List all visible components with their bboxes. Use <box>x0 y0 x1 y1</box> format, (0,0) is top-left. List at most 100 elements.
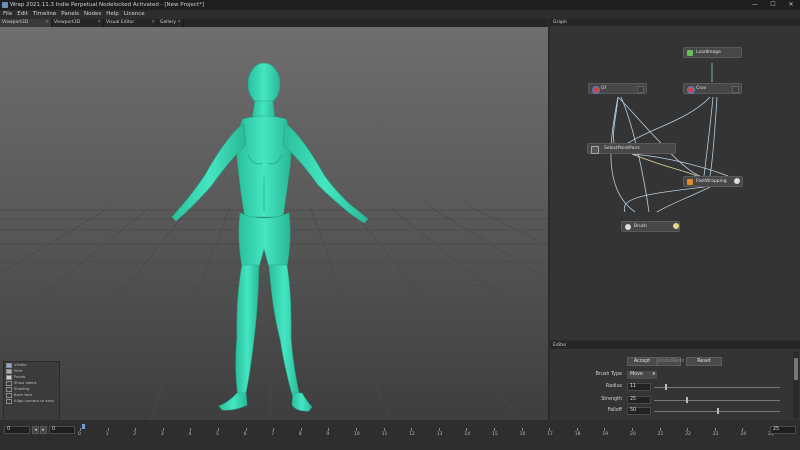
timeline-tick-label: 17 <box>547 432 553 437</box>
timeline-tick-label: 15 <box>492 432 498 437</box>
timeline-tick <box>438 428 440 431</box>
timeline-tick <box>328 428 330 431</box>
timeline-tick <box>190 428 192 431</box>
step-forward-button[interactable]: ▸ <box>40 426 47 434</box>
strength-input[interactable]: 25 <box>627 396 651 404</box>
accept-button[interactable]: Accept <box>627 357 657 366</box>
tab-viewport3d-2[interactable]: Viewport3D ✕ <box>52 19 104 27</box>
graph-node-brush[interactable]: Brush <box>621 221 680 232</box>
timeline-start-input[interactable]: 0 <box>4 426 30 434</box>
app-icon <box>2 2 8 8</box>
close-tab-icon[interactable]: ✕ <box>45 19 49 27</box>
editor-scrollbar[interactable] <box>793 352 799 418</box>
brush-type-label: Brush Type <box>595 372 622 377</box>
close-button[interactable]: ✕ <box>782 0 800 10</box>
graph-node-select-point-pairs[interactable]: SelectPointPairs <box>587 143 676 154</box>
radius-label: Radius <box>605 384 622 389</box>
timeline-tick-label: 11 <box>381 432 388 437</box>
viewport-display-legend: Visible Wire Points Show labels Shading … <box>3 361 60 421</box>
tab-visual-editor[interactable]: Visual Editor ✕ <box>104 19 158 27</box>
viewport-3d[interactable] <box>0 27 548 420</box>
radius-slider[interactable] <box>654 387 780 388</box>
timeline-tick <box>135 428 137 431</box>
timeline-tick-label: 8 <box>298 432 302 437</box>
node-visibility-icon[interactable] <box>732 86 739 93</box>
tab-label: Viewport3D <box>54 20 81 25</box>
timeline-bar: 0 ◂ ▸ 0 0 1 2 3 4 5 6 7 8 9 10 11 12 13 14 15 16 17 18 19 20… <box>0 420 800 450</box>
legend-swatch <box>6 362 12 368</box>
timeline-tick <box>742 428 744 431</box>
viewport-tab-bar: Viewport3D ✕ Viewport3D ✕ Visual Editor ✕ G… <box>0 19 548 27</box>
node-visibility-icon[interactable] <box>637 86 644 93</box>
graph-panel[interactable]: Graph LoadImage Gf Crov SelectPointPairs… <box>550 19 800 340</box>
timeline-tick-label: 2 <box>133 432 137 437</box>
falloff-slider-handle[interactable] <box>717 408 719 414</box>
timeline-tick <box>466 428 468 431</box>
reset-button[interactable]: Reset <box>686 357 722 366</box>
timeline-tick-label: 21 <box>657 432 664 437</box>
legend-align-camera[interactable]: Align camera to area <box>4 398 59 404</box>
timeline-tick-label: 12 <box>409 432 415 437</box>
editor-panel-title: Editor <box>550 342 800 349</box>
timeline-ruler[interactable]: 0 1 2 3 4 5 6 7 8 9 10 11 12 13 14 15 16 17 18 19 20 21 22 23 24… <box>78 428 774 442</box>
undo-redo-button[interactable]: Undo/Redo <box>657 357 684 366</box>
editor-panel: Editor Accept Undo/Redo Reset Brush Type… <box>550 342 800 420</box>
strength-slider[interactable] <box>654 400 780 401</box>
timeline-tick <box>273 428 275 431</box>
title-bar: Wrap 2021.11.3 Indie Perpetual Nodelocke… <box>0 0 800 10</box>
falloff-input[interactable]: 50 <box>627 407 651 415</box>
timeline-tick-label: 9 <box>326 432 330 437</box>
timeline-current-input[interactable]: 0 <box>49 426 75 434</box>
close-tab-icon[interactable]: ✕ <box>151 19 155 27</box>
strength-label: Strength <box>601 397 622 402</box>
timeline-tick-label: 6 <box>243 432 247 437</box>
timeline-tick <box>162 428 164 431</box>
timeline-tick <box>494 428 495 431</box>
menu-edit[interactable]: Edit <box>17 10 28 19</box>
viewport-canvas[interactable] <box>0 27 548 420</box>
close-tab-icon[interactable]: ✕ <box>177 19 181 27</box>
timeline-tick <box>383 428 385 431</box>
tab-label: Gallery <box>160 20 177 25</box>
brush-type-select[interactable]: Move ▾ <box>627 371 657 379</box>
timeline-tick-label: 23 <box>712 432 719 437</box>
tab-gallery[interactable]: Gallery ✕ <box>158 19 184 27</box>
timeline-tick <box>659 428 661 431</box>
graph-node-load-image[interactable]: LoadImage <box>683 47 742 58</box>
timeline-tick <box>604 428 606 431</box>
wrap-icon <box>687 179 693 185</box>
maximize-button[interactable]: ☐ <box>764 0 782 10</box>
timeline-tick-label: 22 <box>685 432 691 437</box>
menu-help[interactable]: Help <box>106 10 119 19</box>
scrollbar-thumb[interactable] <box>794 358 798 380</box>
tab-viewport3d-1[interactable]: Viewport3D ✕ <box>0 19 52 27</box>
chevron-down-icon: ▾ <box>652 372 655 377</box>
menu-panels[interactable]: Panels <box>61 10 79 19</box>
graph-node-gf[interactable]: Gf <box>588 83 647 94</box>
timeline-end-input[interactable]: 25 <box>770 426 796 434</box>
fast-wrapping-bulb-icon[interactable] <box>734 178 740 184</box>
menu-file[interactable]: File <box>3 10 12 19</box>
radius-input[interactable]: 11 <box>627 383 651 391</box>
strength-slider-handle[interactable] <box>685 397 688 403</box>
timeline-tick <box>300 428 302 431</box>
timeline-tick <box>411 428 413 431</box>
timeline-tick <box>356 428 357 431</box>
select-points-icon <box>591 146 599 154</box>
timeline-tick-label: 24 <box>740 432 747 437</box>
radius-slider-handle[interactable] <box>665 384 668 390</box>
close-tab-icon[interactable]: ✕ <box>97 19 101 27</box>
legend-swatch <box>6 368 12 374</box>
minimize-button[interactable]: — <box>746 0 764 10</box>
brush-icon <box>625 224 631 230</box>
menu-nodes[interactable]: Nodes <box>84 10 101 19</box>
menu-timeline[interactable]: Timeline <box>33 10 56 19</box>
timeline-playhead[interactable] <box>82 424 85 429</box>
graph-node-crov[interactable]: Crov <box>683 83 742 94</box>
menu-licence[interactable]: Licence <box>124 10 145 19</box>
timeline-tick-label: 10 <box>354 432 360 437</box>
timeline-tick-label: 0 <box>78 432 81 437</box>
brush-bulb-icon[interactable] <box>673 223 679 229</box>
step-back-button[interactable]: ◂ <box>32 426 39 434</box>
legend-swatch <box>6 374 12 380</box>
